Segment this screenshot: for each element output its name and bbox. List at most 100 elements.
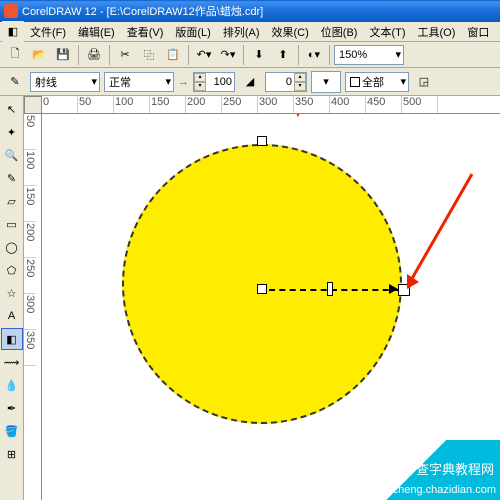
edge-pad-input[interactable] <box>206 76 234 88</box>
freehand-tool[interactable]: ✎ <box>1 167 23 189</box>
open-icon[interactable]: 📂 <box>28 44 50 66</box>
fountain-angle-icon[interactable]: ◢ <box>239 71 261 93</box>
ruler-tick: 100 <box>24 150 36 186</box>
ruler-vertical[interactable]: 50 100 150 200 250 300 350 <box>24 114 42 500</box>
arrow-head-icon <box>292 114 304 117</box>
ruler-tick: 200 <box>24 222 36 258</box>
menu-arrange[interactable]: 排列(A) <box>217 22 266 42</box>
opacity-input[interactable] <box>266 76 294 88</box>
menu-effects[interactable]: 效果(C) <box>266 22 315 42</box>
separator <box>298 45 299 65</box>
interactive-fill-tool[interactable]: ◧ <box>1 328 23 350</box>
redo-icon[interactable]: ↷▾ <box>217 44 239 66</box>
watermark-main: 查字典教程网 <box>416 459 494 478</box>
smart-draw-tool[interactable]: ▱ <box>1 190 23 212</box>
ruler-tick: 250 <box>222 96 258 113</box>
rectangle-tool[interactable]: ▭ <box>1 213 23 235</box>
export-icon[interactable]: ⬆ <box>272 44 294 66</box>
separator <box>78 45 79 65</box>
fill-vector[interactable] <box>269 289 399 291</box>
app-icon <box>4 4 18 18</box>
title-bar: CorelDRAW 12 - [E:\CorelDRAW12作品\蜡烛.cdr] <box>0 0 500 22</box>
new-icon[interactable]: 🗋 <box>4 44 26 66</box>
fountain-type-value: 射线 <box>35 74 57 90</box>
import-icon[interactable]: ⬇ <box>248 44 270 66</box>
ellipse-tool[interactable]: ◯ <box>1 236 23 258</box>
ruler-tick: 400 <box>330 96 366 113</box>
watermark-sub: jiaocheng.chazidian.com <box>376 484 496 496</box>
toolbox: ↖ ✦ 🔍 ✎ ▱ ▭ ◯ ⬠ ☆ A ◧ ⟿ 💧 ✒ 🪣 ⊞ <box>0 96 24 500</box>
menu-bitmap[interactable]: 位图(B) <box>315 22 364 42</box>
chevron-down-icon: ▾ <box>161 75 171 88</box>
menu-layout[interactable]: 版面(L) <box>169 22 216 42</box>
blend-mode-value: 正常 <box>109 74 131 90</box>
pick-tool[interactable]: ↖ <box>1 98 23 120</box>
rotation-handle[interactable] <box>257 136 267 146</box>
menu-text[interactable]: 文本(T) <box>363 22 411 42</box>
menu-view[interactable]: 查看(V) <box>121 22 170 42</box>
print-icon[interactable]: 🖨 <box>83 44 105 66</box>
edge-pad-spinner[interactable]: ▴▾ <box>193 72 235 92</box>
edit-fill-icon[interactable]: ✎ <box>4 71 26 93</box>
color-scope-value: 全部 <box>362 74 384 90</box>
ruler-tick: 250 <box>24 258 36 294</box>
ruler-tick: 500 <box>402 96 438 113</box>
separator <box>329 45 330 65</box>
menu-edit[interactable]: 编辑(E) <box>72 22 121 42</box>
red-arrow-2 <box>410 174 472 282</box>
ruler-tick: 50 <box>24 114 36 150</box>
fill-tool[interactable]: 🪣 <box>1 420 23 442</box>
zoom-combo[interactable]: 150% ▾ <box>334 45 404 65</box>
outline-tool[interactable]: ✒ <box>1 397 23 419</box>
text-tool[interactable]: A <box>1 305 23 327</box>
arrow-right-icon: → <box>178 76 189 88</box>
ruler-tick: 0 <box>42 96 78 113</box>
ruler-tick: 100 <box>114 96 150 113</box>
drawing-canvas[interactable]: 查字典教程网 jiaocheng.chazidian.com <box>42 114 500 500</box>
window-title: CorelDRAW 12 - [E:\CorelDRAW12作品\蜡烛.cdr] <box>22 3 263 19</box>
basic-shapes-tool[interactable]: ☆ <box>1 282 23 304</box>
fill-mid-handle[interactable] <box>327 282 333 296</box>
ruler-tick: 150 <box>24 186 36 222</box>
menu-file[interactable]: 文件(F) <box>24 22 72 42</box>
blend-mode-combo[interactable]: 正常 ▾ <box>104 72 174 92</box>
ruler-tick: 350 <box>294 96 330 113</box>
color-scope-combo[interactable]: 全部 ▾ <box>345 72 409 92</box>
property-bar: ✎ 射线 ▾ 正常 ▾ → ▴▾ ◢ ▴▾ ▾ 全部 ▾ ◲ <box>0 68 500 96</box>
workspace: ↖ ✦ 🔍 ✎ ▱ ▭ ◯ ⬠ ☆ A ◧ ⟿ 💧 ✒ 🪣 ⊞ 0 50 100… <box>0 96 500 500</box>
copy-icon[interactable]: ⿻ <box>138 44 160 66</box>
ruler-tick: 50 <box>78 96 114 113</box>
opacity-spinner[interactable]: ▴▾ <box>265 72 307 92</box>
interactive-blend-tool[interactable]: ⟿ <box>1 351 23 373</box>
polygon-tool[interactable]: ⬠ <box>1 259 23 281</box>
fountain-type-combo[interactable]: 射线 ▾ <box>30 72 100 92</box>
mesh-fill-tool[interactable]: ⊞ <box>1 443 23 465</box>
chevron-down-icon: ▾ <box>396 75 406 88</box>
swatch-icon <box>350 77 360 87</box>
ruler-tick: 300 <box>258 96 294 113</box>
fill-center-handle[interactable] <box>257 284 267 294</box>
shape-tool[interactable]: ✦ <box>1 121 23 143</box>
cut-icon[interactable]: ✂ <box>114 44 136 66</box>
app-launcher-icon[interactable]: ◐▾ <box>303 44 325 66</box>
undo-icon[interactable]: ↶▾ <box>193 44 215 66</box>
ruler-corner <box>24 96 42 114</box>
watermark: 查字典教程网 jiaocheng.chazidian.com <box>370 440 500 500</box>
separator <box>188 45 189 65</box>
eyedropper-tool[interactable]: 💧 <box>1 374 23 396</box>
separator <box>109 45 110 65</box>
standard-toolbar: 🗋 📂 💾 🖨 ✂ ⿻ 📋 ↶▾ ↷▾ ⬇ ⬆ ◐▾ 150% ▾ <box>0 42 500 68</box>
paste-icon[interactable]: 📋 <box>162 44 184 66</box>
color-swatch[interactable]: ▾ <box>311 71 341 93</box>
app-menu-icon[interactable]: ◧ <box>2 21 24 43</box>
menu-tools[interactable]: 工具(O) <box>412 22 462 42</box>
copy-props-icon[interactable]: ◲ <box>413 71 435 93</box>
separator <box>243 45 244 65</box>
menu-window[interactable]: 窗口 <box>461 22 495 42</box>
fill-end-handle[interactable] <box>398 284 410 296</box>
zoom-tool[interactable]: 🔍 <box>1 144 23 166</box>
canvas-area: 0 50 100 150 200 250 300 350 400 450 500… <box>24 96 500 500</box>
save-icon[interactable]: 💾 <box>52 44 74 66</box>
chevron-down-icon: ▾ <box>391 48 401 61</box>
ruler-horizontal[interactable]: 0 50 100 150 200 250 300 350 400 450 500 <box>42 96 500 114</box>
